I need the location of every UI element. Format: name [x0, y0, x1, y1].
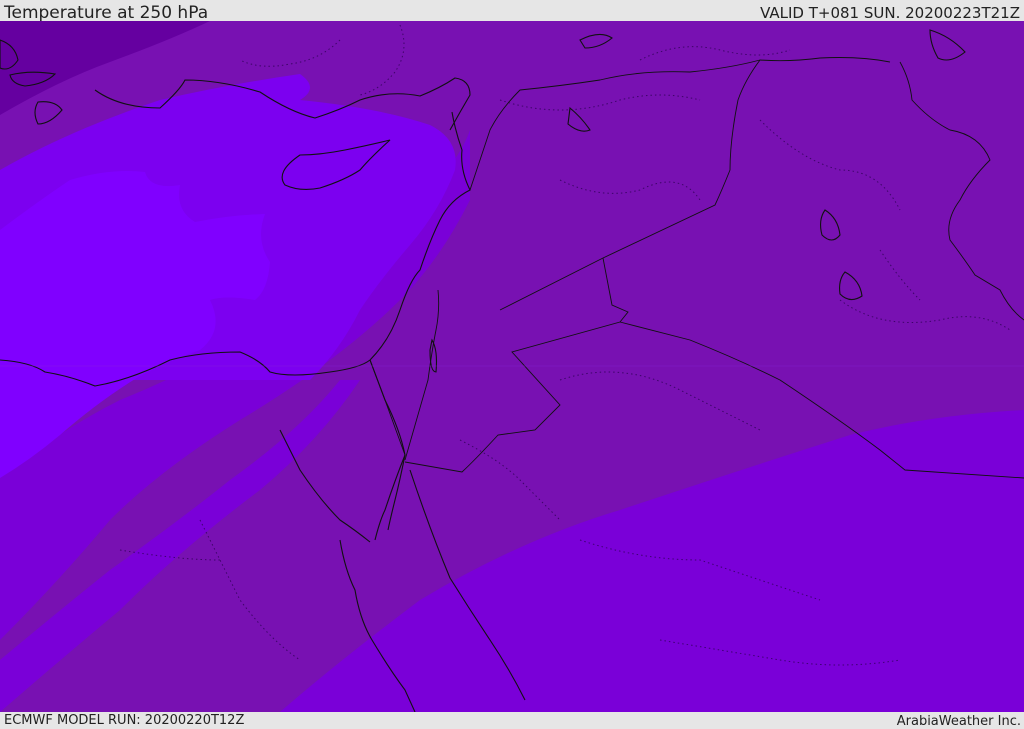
map-title: Temperature at 250 hPa — [4, 3, 209, 23]
header-bar: Temperature at 250 hPa VALID T+081 SUN. … — [0, 0, 1024, 23]
map-panel — [0, 21, 1024, 712]
temperature-map — [0, 21, 1024, 712]
model-run-label: ECMWF MODEL RUN: 20200220T12Z — [4, 713, 245, 728]
credit-label: ArabiaWeather Inc. — [896, 714, 1021, 729]
valid-time-label: VALID T+081 SUN. 20200223T21Z — [760, 4, 1020, 22]
footer-bar: ECMWF MODEL RUN: 20200220T12Z ArabiaWeat… — [0, 712, 1024, 729]
